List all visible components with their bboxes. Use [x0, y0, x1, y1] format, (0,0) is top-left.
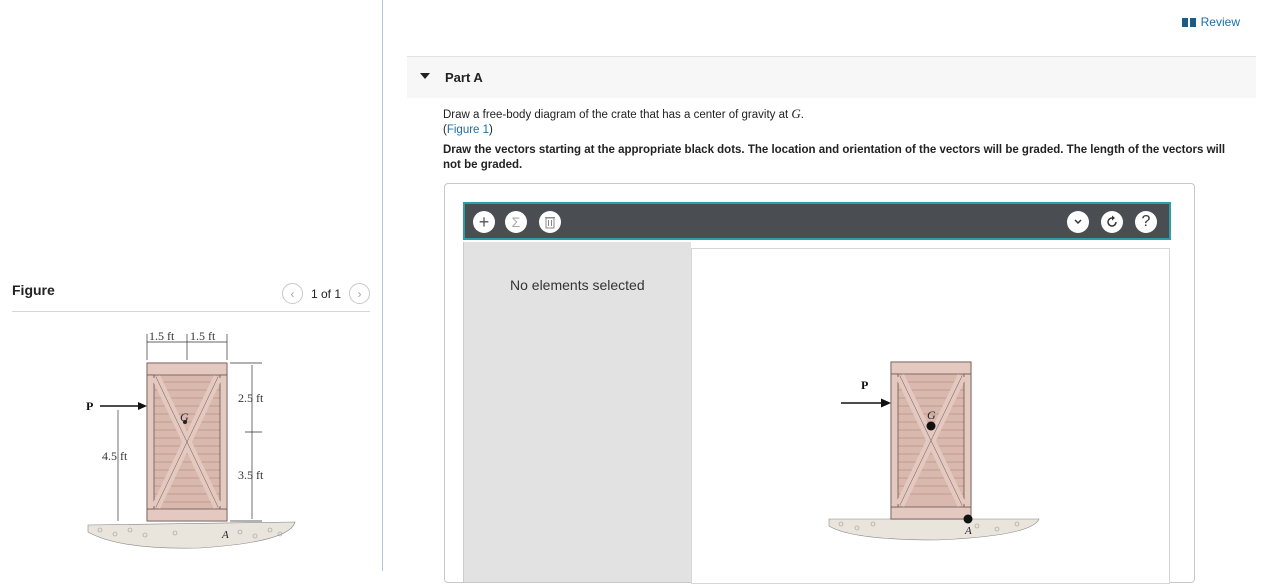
chevron-down-icon: [1074, 219, 1082, 225]
instructions: Draw a free-body diagram of the crate th…: [443, 106, 804, 136]
trash-icon: [545, 217, 555, 229]
tool-toolbar: + Σ ?: [463, 202, 1171, 240]
figure-pane: Figure ‹ 1 of 1 › G A 1.5 ft 1.5 ft 2.5 …: [0, 0, 383, 571]
sigma-icon: Σ: [511, 214, 521, 230]
figure-title: Figure: [12, 282, 55, 298]
bold-instruction: Draw the vectors starting at the appropr…: [443, 144, 1226, 171]
force-label: P: [86, 399, 93, 413]
caret-down-icon: [420, 73, 430, 79]
height-dimension: [230, 362, 262, 522]
no-selection-text: No elements selected: [510, 277, 645, 293]
review-link[interactable]: Review: [1181, 15, 1240, 29]
problem-pane: Review Part A Draw a free-body diagram o…: [383, 0, 1280, 584]
canvas-corner-dot[interactable]: [963, 514, 973, 524]
dim-left-width: 1.5 ft: [149, 329, 175, 343]
part-title: Part A: [445, 70, 483, 85]
chevron-left-icon: ‹: [290, 286, 295, 301]
refresh-icon: [1107, 215, 1117, 227]
dim-force-height: 4.5 ft: [102, 449, 128, 463]
figure-diagram: G A 1.5 ft 1.5 ft 2.5 ft 3.5 ft P 4.5 ft: [86, 329, 296, 549]
corner-label: A: [221, 529, 229, 541]
dim-right-width: 1.5 ft: [190, 329, 216, 343]
dim-upper: 2.5 ft: [238, 391, 264, 405]
instruction-text: Draw a free-body diagram of the crate th…: [443, 109, 792, 121]
figure-link[interactable]: Figure 1: [447, 124, 489, 136]
add-vector-button[interactable]: +: [473, 211, 495, 233]
help-icon: ?: [1141, 213, 1151, 230]
review-label: Review: [1200, 15, 1240, 29]
delete-button[interactable]: [539, 211, 561, 233]
reset-button[interactable]: [1101, 211, 1123, 233]
canvas-center-label: G: [927, 408, 936, 422]
center-label: G: [180, 410, 189, 424]
ground: [87, 521, 296, 549]
canvas-force-label: P: [861, 378, 868, 392]
part-header[interactable]: Part A: [407, 56, 1256, 98]
help-button[interactable]: ?: [1135, 211, 1157, 233]
canvas-center-dot[interactable]: [926, 421, 936, 431]
drawing-tool: + Σ ? No elements selected G A P: [444, 183, 1195, 584]
prev-figure-button[interactable]: ‹: [281, 283, 303, 304]
instruction-end: .: [800, 109, 804, 121]
instruction-symbol: G: [791, 106, 801, 121]
chevron-right-icon: ›: [357, 286, 362, 301]
dropdown-button[interactable]: [1067, 211, 1089, 233]
canvas-corner-label: A: [964, 525, 972, 537]
element-panel: No elements selected: [463, 242, 691, 582]
canvas-crate-diagram: G A P: [828, 361, 1040, 541]
canvas-ground: [828, 518, 1040, 541]
sum-button[interactable]: Σ: [505, 211, 527, 233]
book-icon: [1181, 17, 1196, 27]
plus-icon: +: [478, 211, 490, 232]
figure-header: Figure ‹ 1 of 1 ›: [12, 282, 370, 312]
drawing-canvas[interactable]: G A P: [691, 248, 1170, 584]
pager-text: 1 of 1: [310, 286, 341, 301]
figure-pager: ‹ 1 of 1 ›: [281, 283, 370, 304]
next-figure-button[interactable]: ›: [349, 283, 370, 304]
dim-lower: 3.5 ft: [238, 468, 264, 482]
